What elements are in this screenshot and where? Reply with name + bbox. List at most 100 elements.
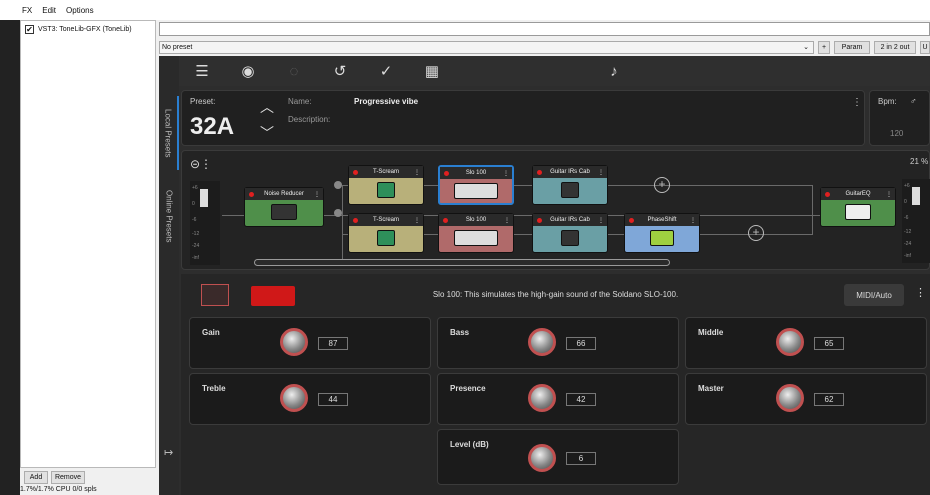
name-label: Name: [288,97,312,106]
midi-auto-button[interactable]: MIDI/Auto [844,284,904,306]
fx-name-field[interactable] [159,22,930,36]
led-icon[interactable] [443,217,448,223]
tab-online-presets[interactable]: Online Presets [159,176,179,256]
guitar-irs-cab-pedal[interactable]: Guitar IRs Cab ⋮ [532,165,608,205]
fx-enabled-checkbox[interactable]: ✔ [25,25,34,34]
led-icon[interactable] [249,191,254,197]
bpm-value[interactable]: 120 [890,129,903,138]
guitareq-pedal[interactable]: GuitarEQ ⋮ [820,187,896,227]
menu-fx[interactable]: FX [22,6,32,15]
undo-icon[interactable]: ↺ [317,56,363,86]
more-icon[interactable]: ⋮ [414,169,420,176]
merge-line [812,185,813,235]
detail-more-icon[interactable]: ⋮ [915,286,926,299]
presence-knob[interactable] [528,384,556,412]
add-button[interactable]: Add [24,471,48,484]
pedal-name: T-Scream [372,169,399,175]
fx-buttons: Add Remove [24,471,85,484]
more-icon[interactable]: ⋮ [504,217,510,224]
level-knob-cell: Level (dB) 6 [437,429,679,485]
add-preset-button[interactable]: + [818,40,830,54]
metronome-icon[interactable]: ♂ [910,96,917,106]
param-button[interactable]: Param [834,40,870,54]
split-node-icon[interactable] [334,209,342,217]
input-icon[interactable]: ⊝⋮ [190,157,212,171]
led-icon[interactable] [629,217,634,223]
cpu-status: 1.7%/1.7% CPU 0/0 spls [20,486,97,493]
split-node-icon[interactable] [334,181,342,189]
chain-scrollbar[interactable] [254,259,670,266]
save-icon[interactable]: ▦ [409,56,455,86]
more-icon[interactable]: ⋮ [314,191,320,198]
more-icon[interactable]: ⋮ [503,170,509,177]
split-line [342,185,343,265]
phaseshift-pedal[interactable]: PhaseShift ⋮ [624,213,700,253]
add-effect-button[interactable]: + [654,177,670,193]
output-percent: 21 % [910,157,929,166]
treble-knob-cell: Treble 44 [189,373,431,425]
treble-knob[interactable] [280,384,308,412]
tab-local-presets[interactable]: Local Presets [159,96,179,170]
u-button[interactable]: U [920,40,930,54]
master-knob[interactable] [776,384,804,412]
more-icon[interactable]: ⋮ [414,217,420,224]
reload-icon[interactable]: ◌ [271,56,317,86]
tuner-icon[interactable]: ♪ [591,56,637,86]
preset-select[interactable]: No preset ⌄ [159,40,814,54]
knob-value[interactable]: 65 [814,337,844,350]
knob-value[interactable]: 44 [318,393,348,406]
preset-info-panel: Preset: 32A ︿ ﹀ Name: Progressive vibe D… [181,90,865,146]
t-scream-pedal[interactable]: T-Scream ⋮ [348,165,424,205]
menubar: FX Edit Options [0,0,930,20]
menu-options[interactable]: Options [66,6,94,15]
bpm-label: Bpm: [878,97,897,106]
knob-value[interactable]: 42 [566,393,596,406]
back-icon[interactable]: ◉ [225,56,271,86]
noise-reducer-pedal[interactable]: Noise Reducer ⋮ [244,187,324,227]
bass-knob[interactable] [528,328,556,356]
level-knob[interactable] [528,444,556,472]
fx-list[interactable]: ✔ VST3: ToneLib-GFX (ToneLib) [20,20,156,468]
t-scream-pedal[interactable]: T-Scream ⋮ [348,213,424,253]
preset-label: Preset: [190,97,216,106]
more-icon[interactable]: ⋮ [886,191,892,198]
slo-100-pedal[interactable]: Slo 100 ⋮ [438,165,514,205]
fx-list-item[interactable]: ✔ VST3: ToneLib-GFX (ToneLib) [21,21,155,38]
more-icon[interactable]: ⋮ [690,217,696,224]
led-icon[interactable] [537,169,542,175]
menu-icon[interactable]: ☰ [179,56,225,86]
middle-knob[interactable] [776,328,804,356]
preset-down-icon[interactable]: ﹀ [260,123,274,143]
check-icon[interactable]: ✓ [363,56,409,86]
knob-value[interactable]: 62 [814,393,844,406]
led-icon[interactable] [444,170,449,176]
io-button[interactable]: 2 in 2 out [874,40,916,54]
remove-button[interactable]: Remove [51,471,85,484]
add-effect-button[interactable]: + [748,225,764,241]
preset-up-icon[interactable]: ︿ [260,97,274,117]
led-icon[interactable] [825,191,830,197]
output-gain-slider[interactable] [912,187,920,205]
guitar-irs-cab-pedal[interactable]: Guitar IRs Cab ⋮ [532,213,608,253]
preset-more-icon[interactable]: ⋮ [852,97,862,108]
slo-100-pedal[interactable]: Slo 100 ⋮ [438,213,514,253]
knob-value[interactable]: 87 [318,337,348,350]
led-icon[interactable] [353,169,358,175]
knob-value[interactable]: 66 [566,337,596,350]
input-gain-slider[interactable] [200,189,208,207]
chevron-down-icon: ⌄ [803,44,809,51]
collapse-icon[interactable]: ↦ [164,446,173,459]
led-icon[interactable] [353,217,358,223]
more-icon[interactable]: ⋮ [598,169,604,176]
output-meter-tick: +6 [904,183,910,189]
menu-edit[interactable]: Edit [42,6,56,15]
knob-value[interactable]: 6 [566,452,596,465]
gain-knob[interactable] [280,328,308,356]
pedal-icon [650,230,674,246]
pedal-icon [454,183,498,199]
preset-number: 32A [190,113,235,140]
led-icon[interactable] [537,217,542,223]
pedal-name: GuitarEQ [845,191,871,197]
preset-name[interactable]: Progressive vibe [354,97,418,106]
more-icon[interactable]: ⋮ [598,217,604,224]
